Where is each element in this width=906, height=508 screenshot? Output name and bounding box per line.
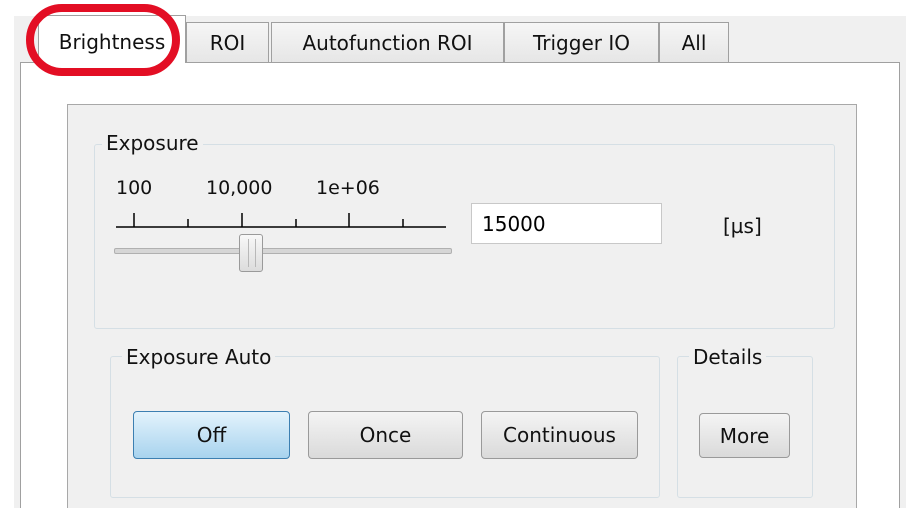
scale-label-min: 100: [116, 177, 153, 199]
left-margin: [0, 0, 14, 508]
tab-brightness[interactable]: Brightness: [38, 15, 186, 63]
exposure-slider-thumb[interactable]: [239, 234, 263, 272]
exposure-group-label: Exposure: [102, 131, 203, 155]
tab-trigger-io[interactable]: Trigger IO: [504, 22, 659, 62]
details-group-label: Details: [689, 345, 767, 369]
details-more-button[interactable]: More: [699, 413, 790, 458]
tab-roi[interactable]: ROI: [186, 22, 269, 62]
slider-ticks: [116, 213, 446, 228]
exposure-value-input[interactable]: [471, 203, 662, 244]
tab-all[interactable]: All: [659, 22, 729, 62]
exposure-auto-once-button[interactable]: Once: [308, 411, 463, 459]
tab-autofunction-roi[interactable]: Autofunction ROI: [271, 22, 504, 62]
scale-label-mid: 10,000: [206, 177, 273, 199]
scale-label-max: 1e+06: [316, 177, 380, 199]
exposure-auto-continuous-button[interactable]: Continuous: [481, 411, 638, 459]
exposure-unit-label: [µs]: [723, 214, 762, 238]
exposure-auto-group-label: Exposure Auto: [122, 345, 276, 369]
exposure-slider-track[interactable]: [114, 248, 452, 254]
exposure-auto-off-button[interactable]: Off: [133, 411, 290, 459]
